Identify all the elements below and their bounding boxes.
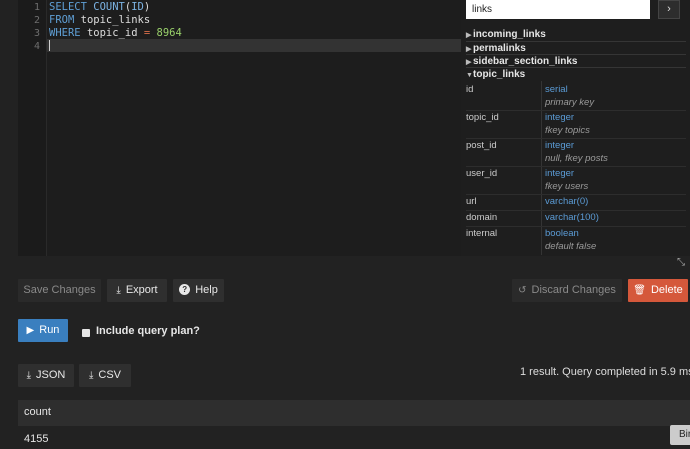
line-number: 3 (33, 28, 40, 39)
sql-keyword: WHERE (49, 27, 81, 39)
text-cursor (49, 40, 50, 51)
download-icon: ⤓ (116, 285, 121, 296)
code-line-2[interactable]: FROM topic_links (49, 14, 150, 27)
column-type: integer (545, 112, 575, 123)
column-name: internal (466, 228, 498, 239)
help-button[interactable]: ? Help (173, 279, 224, 302)
caret-right-icon: ▶ (466, 59, 472, 66)
schema-table-permalinks[interactable]: ▶ permalinks (466, 43, 526, 54)
run-button[interactable]: ▶ Run (18, 319, 68, 342)
download-icon: ⤓ (26, 370, 32, 381)
column-note: fkey users (545, 181, 589, 192)
save-changes-button[interactable]: Save Changes (18, 279, 101, 302)
column-name: id (466, 84, 474, 95)
column-type: integer (545, 168, 575, 179)
undo-icon: ↺ (518, 285, 527, 296)
line-number: 4 (33, 41, 40, 52)
download-csv-button[interactable]: ⤓ CSV (79, 364, 131, 387)
sql-argument: ID (131, 1, 144, 13)
column-name: domain (466, 212, 498, 223)
divider (466, 67, 686, 68)
column-type: integer (545, 140, 575, 151)
sql-table: topic_links (80, 14, 151, 26)
sql-editor[interactable]: 1 2 3 4 SELECT COUNT(ID) FROM topic_link… (18, 0, 461, 256)
schema-collapse-button[interactable]: › (658, 0, 680, 19)
sql-column: topic_id (86, 27, 138, 39)
schema-search-input[interactable] (466, 0, 650, 19)
code-line-3[interactable]: WHERE topic_id = 8964 (49, 27, 182, 40)
line-number: 2 (33, 15, 40, 26)
divider (466, 41, 686, 42)
export-button[interactable]: ⤓ Export (107, 279, 167, 302)
trash-icon: 🗑 (633, 285, 646, 296)
schema-table-incoming-links[interactable]: ▶ incoming_links (466, 29, 546, 40)
schema-table-topic-links[interactable]: ▼topic_links (466, 69, 525, 80)
discard-changes-button[interactable]: ↺ Discard Changes (512, 279, 622, 302)
sql-operator: = (143, 27, 151, 39)
column-note: primary key (545, 97, 595, 108)
query-status: 1 result. Query completed in 5.9 ms. (520, 366, 690, 378)
line-number: 1 (33, 2, 40, 13)
caret-down-icon: ▼ (466, 72, 473, 79)
column-name: user_id (466, 168, 498, 179)
schema-table-sidebar-section-links[interactable]: ▶ sidebar_section_links (466, 56, 578, 67)
question-icon: ? (179, 284, 191, 295)
column-type: varchar(0) (545, 196, 589, 207)
include-query-plan-label: Include query plan? (96, 325, 200, 337)
sql-function: COUNT (93, 1, 125, 13)
column-name: topic_id (466, 112, 499, 123)
download-icon: ⤓ (88, 370, 94, 381)
column-note: null, fkey posts (545, 153, 608, 164)
divider (466, 138, 686, 139)
column-name: post_id (466, 140, 497, 151)
code-line-1[interactable]: SELECT COUNT(ID) (49, 1, 150, 14)
tooltip: Bir (670, 425, 690, 445)
caret-right-icon: ▶ (466, 32, 472, 39)
download-json-button[interactable]: ⤓ JSON (18, 364, 74, 387)
resize-handle-icon[interactable]: ⤡ (677, 257, 685, 268)
divider (466, 54, 686, 55)
caret-right-icon: ▶ (466, 46, 472, 53)
column-type: varchar(100) (545, 212, 599, 223)
column-note: default false (545, 241, 597, 252)
result-column-header: count (24, 406, 51, 418)
divider (466, 166, 686, 167)
schema-panel: › ▶incoming_links ▶permalinks ▶sidebar_s… (461, 0, 690, 256)
sql-keyword: SELECT (49, 1, 87, 13)
column-type: boolean (545, 228, 579, 239)
column-divider (541, 81, 542, 255)
column-name: url (466, 196, 477, 207)
result-table-header (18, 400, 690, 426)
result-cell: 4155 (24, 433, 49, 445)
sql-paren: ) (143, 1, 151, 13)
editor-gutter: 1 2 3 4 (18, 0, 47, 256)
column-note: fkey topics (545, 125, 590, 136)
divider (466, 194, 686, 195)
divider (466, 110, 686, 111)
divider (466, 210, 686, 211)
sql-number: 8964 (156, 27, 182, 39)
column-type: serial (545, 84, 568, 95)
delete-button[interactable]: 🗑 Delete (628, 279, 688, 302)
include-query-plan-checkbox[interactable] (82, 329, 90, 337)
play-icon: ▶ (26, 325, 35, 336)
active-line-highlight (47, 39, 461, 52)
divider (466, 226, 686, 227)
sql-keyword: FROM (49, 14, 75, 26)
